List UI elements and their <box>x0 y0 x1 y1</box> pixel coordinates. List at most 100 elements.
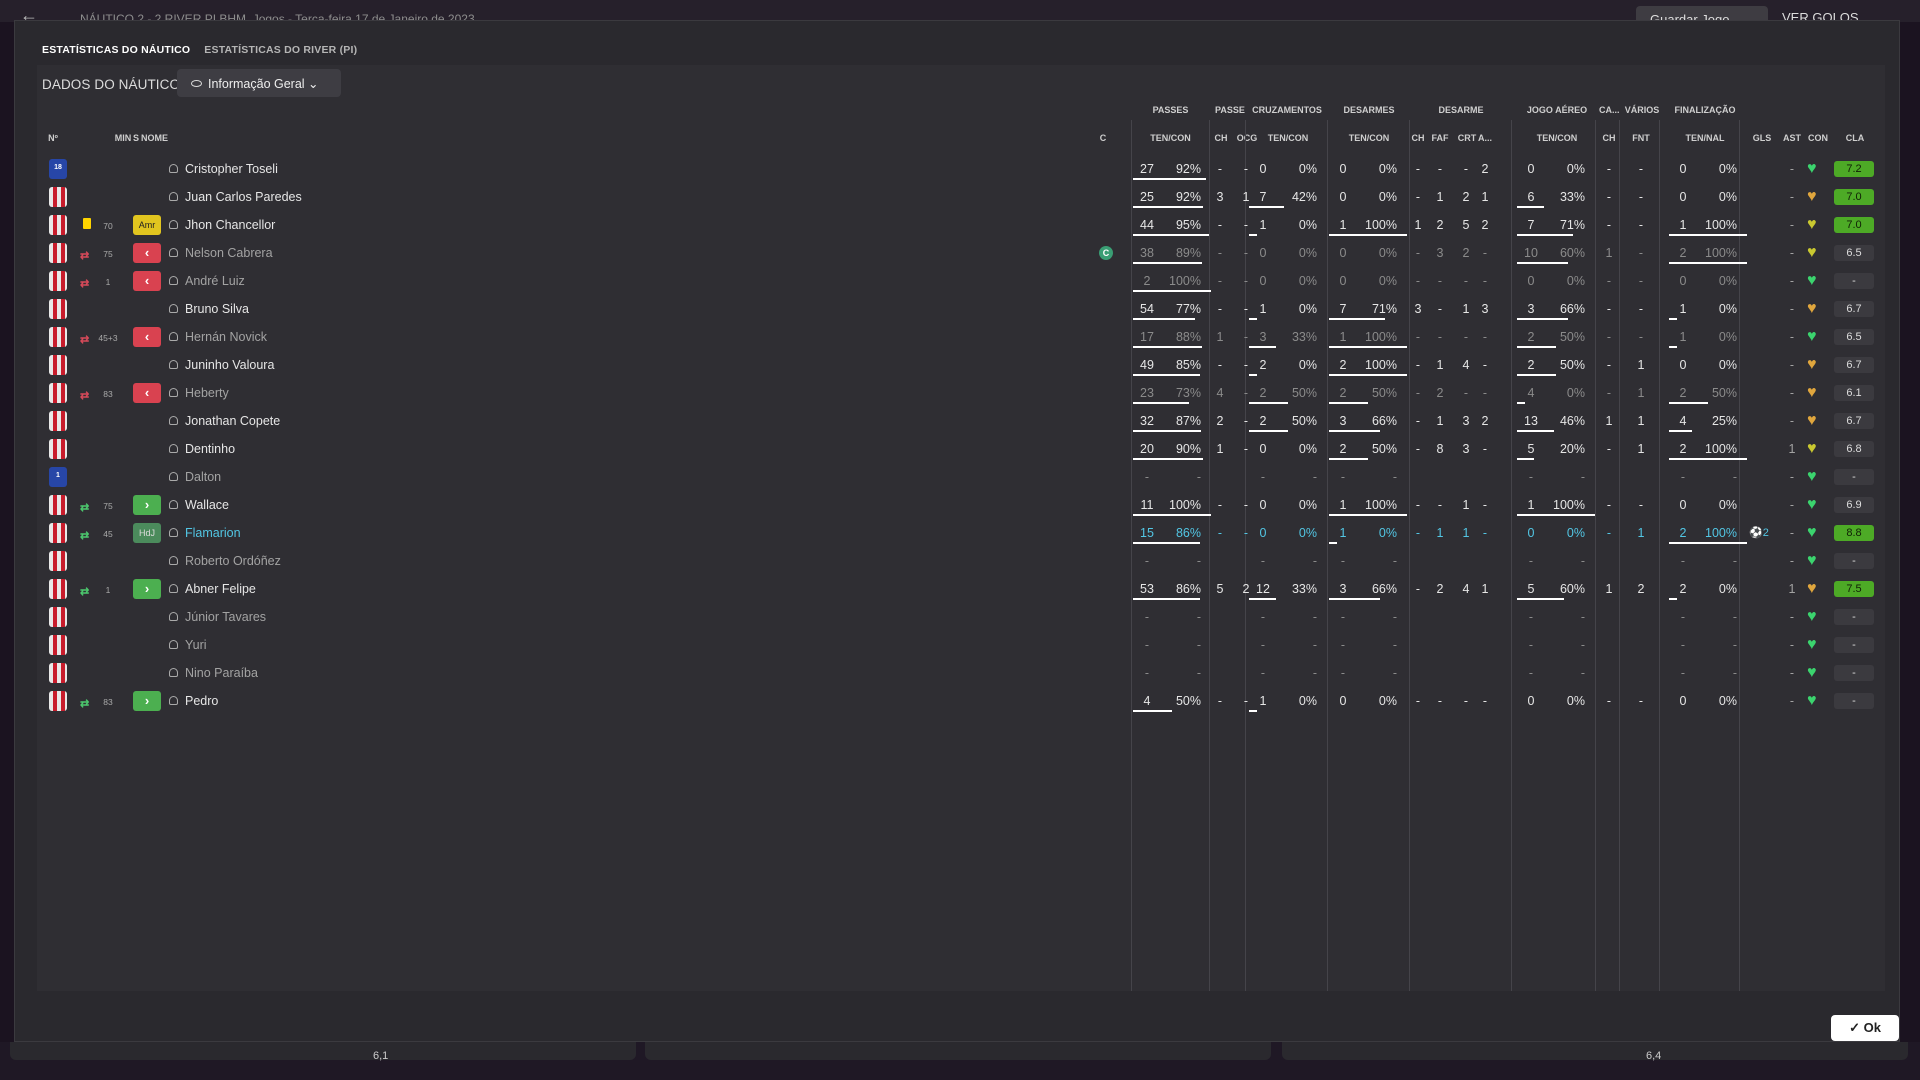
tackle-ch: - <box>1415 582 1421 596</box>
sub-badge[interactable]: ‹ <box>133 383 161 403</box>
passes-pct: 89% <box>1175 246 1201 260</box>
sub-badge[interactable]: › <box>133 691 161 711</box>
player-name[interactable]: Dentinho <box>185 442 235 456</box>
assists: - <box>1789 414 1795 428</box>
sub-badge[interactable]: Amr <box>133 215 161 235</box>
table-row[interactable]: Dentinho 20 90% 1-0 0% 2 50% -8 3-5 20% -1 2 100% 1 ♥ 6… <box>37 435 1885 463</box>
player-icon <box>169 640 178 649</box>
sub-badge[interactable]: › <box>133 495 161 515</box>
sub-badge[interactable]: ‹ <box>133 271 161 291</box>
shirt-icon <box>49 551 67 571</box>
column-header[interactable]: CRT <box>1455 133 1479 143</box>
column-header[interactable]: C <box>1095 133 1111 143</box>
rating-badge: - <box>1834 693 1874 709</box>
interceptions: - <box>1463 386 1469 400</box>
sub-badge[interactable]: ‹ <box>133 327 161 347</box>
player-name[interactable]: Dalton <box>185 470 221 484</box>
column-header[interactable]: GLS <box>1751 133 1773 143</box>
table-row[interactable]: ⇄ 83 ‹ Heberty 23 73% 4-2 50% 2 50% -2- -4 0% -1 2 50% -… <box>37 379 1885 407</box>
column-header[interactable]: CH <box>1600 133 1618 143</box>
key-passes: 1 <box>1216 442 1224 456</box>
column-header[interactable]: TEN/NAL <box>1667 133 1743 143</box>
passes-pct: 73% <box>1175 386 1201 400</box>
ok-button[interactable]: ✓ Ok <box>1831 1015 1899 1041</box>
table-row[interactable]: ⇄ 45 HdJ Flamarion 15 86% - -0 0% 1 0% -1 1-0 0% -1 2 10… <box>37 519 1885 547</box>
fouls-against: 1 <box>1637 414 1645 428</box>
column-header[interactable]: FAF <box>1427 133 1453 143</box>
crosses-pct: 0% <box>1298 302 1317 316</box>
bg-panel-center <box>645 1042 1271 1060</box>
column-header[interactable]: CH <box>1214 133 1228 143</box>
table-row[interactable]: ⇄ 1 › Abner Felipe 53 86% 5 2 12 33% 3 66% -2 4 1 5 60% 1… <box>37 575 1885 603</box>
view-dropdown[interactable]: Informação Geral ⌄ <box>177 69 341 97</box>
table-row[interactable]: 70 Amr Jhon Chancellor 44 95% - -1 0% 1 100% 1 2 5 2 7… <box>37 211 1885 239</box>
column-header[interactable]: Nº <box>43 133 63 143</box>
morale-heart-icon: ♥ <box>1807 552 1817 569</box>
column-header[interactable]: CH <box>1411 133 1425 143</box>
player-name[interactable]: Juninho Valoura <box>185 358 274 372</box>
player-name[interactable]: Júnior Tavares <box>185 610 266 624</box>
column-header[interactable]: FNT <box>1629 133 1653 143</box>
table-row[interactable]: Nino Paraíba - - - - - - - - - - - ♥ - <box>37 659 1885 687</box>
player-name[interactable]: Jonathan Copete <box>185 414 280 428</box>
player-name[interactable]: Jhon Chancellor <box>185 218 275 232</box>
table-row[interactable]: Bruno Silva 54 77% - -1 0% 7 71% 3-1 3 3 66% - -1 0% - ♥… <box>37 295 1885 323</box>
sub-badge[interactable]: HdJ <box>133 523 161 543</box>
player-name[interactable]: Nelson Cabrera <box>185 246 273 260</box>
player-name[interactable]: Wallace <box>185 498 229 512</box>
player-name[interactable]: Cristopher Toseli <box>185 162 278 176</box>
table-row[interactable]: Jonathan Copete 32 87% 2-2 50% 3 66% -1 3 2 13 46% 1… <box>37 407 1885 435</box>
column-header[interactable]: CLA <box>1835 133 1875 143</box>
table-row[interactable]: ⇄ 45+3 ‹ Hernán Novick 17 88% 1-3 33% 1 100% - - - -2… <box>37 323 1885 351</box>
tackle-ch: - <box>1415 162 1421 176</box>
goals-value: ⚽2 <box>1749 527 1769 539</box>
column-header[interactable]: TEN/CON <box>1329 133 1409 143</box>
table-row[interactable]: ⇄ 1 ‹ André Luiz 2 100% - -0 0% 0 0% - - - -0 0% - -0 0% - ♥… <box>37 267 1885 295</box>
player-name[interactable]: Heberty <box>185 386 229 400</box>
shirt-icon <box>49 635 67 655</box>
table-row[interactable]: Juan Carlos Paredes 25 92% 3 1 7 42% 0 0% -1 2 1 6 33… <box>37 183 1885 211</box>
column-header[interactable]: A... <box>1477 133 1493 143</box>
column-header[interactable]: CON <box>1805 133 1831 143</box>
player-name[interactable]: Hernán Novick <box>185 330 267 344</box>
table-row[interactable]: ⇄ 75 ‹ Nelson Cabrera C 38 89% - -0 0% 0 0% -3 2-10 60… <box>37 239 1885 267</box>
table-row[interactable]: 1 Dalton - - - - - - - - - - - ♥ - <box>37 463 1885 491</box>
player-name[interactable]: André Luiz <box>185 274 245 288</box>
player-name[interactable]: Bruno Silva <box>185 302 249 316</box>
player-name[interactable]: Yuri <box>185 638 207 652</box>
sub-badge[interactable]: › <box>133 579 161 599</box>
column-header[interactable]: TEN/CON <box>1517 133 1597 143</box>
player-name[interactable]: Nino Paraíba <box>185 666 258 680</box>
tab-river-stats[interactable]: ESTATÍSTICAS DO RIVER (PI) <box>204 44 357 60</box>
column-header[interactable]: TEN/CON <box>1132 133 1209 143</box>
player-name[interactable]: Pedro <box>185 694 218 708</box>
player-name[interactable]: Roberto Ordóñez <box>185 554 281 568</box>
column-header[interactable]: TEN/CON <box>1249 133 1327 143</box>
player-name[interactable]: Juan Carlos Paredes <box>185 190 302 204</box>
table-row[interactable]: ⇄ 83 › Pedro 4 50% - -1 0% 0 0% - - - -0 0% - -0 0% - ♥ - <box>37 687 1885 715</box>
table-row[interactable]: Júnior Tavares - - - - - - - - - - - ♥ - <box>37 603 1885 631</box>
player-icon <box>169 192 178 201</box>
table-row[interactable]: Roberto Ordóñez - - - - - - - - - - - ♥ - <box>37 547 1885 575</box>
shirt-icon <box>49 299 67 319</box>
table-row[interactable]: Yuri - - - - - - - - - - - ♥ - <box>37 631 1885 659</box>
passes-pct: 100% <box>1169 274 1201 288</box>
fouls: - <box>1437 330 1443 344</box>
rating-right: 6,4 <box>1646 1050 1662 1062</box>
table-row[interactable]: Juninho Valoura 49 85% - -2 0% 2 100% -1 4-2 50% -1… <box>37 351 1885 379</box>
column-header[interactable]: NOME <box>141 133 186 143</box>
crosses-pct: 33% <box>1291 330 1317 344</box>
fouls-against: - <box>1638 330 1644 344</box>
table-row[interactable]: 18 Cristopher Toseli 27 92% - -0 0% 0 0% - - -2 0 0% -… <box>37 155 1885 183</box>
table-row[interactable]: ⇄ 75 › Wallace 11 100% - -0 0% 1 100% - -1-1 100% - -0 0… <box>37 491 1885 519</box>
tackles-pct: 0% <box>1378 246 1397 260</box>
fouls-against: - <box>1638 190 1644 204</box>
rating-badge: 8.8 <box>1834 525 1874 541</box>
ok-label: Ok <box>1863 1020 1881 1035</box>
player-icon <box>169 332 178 341</box>
column-header[interactable]: AST <box>1781 133 1803 143</box>
sub-badge[interactable]: ‹ <box>133 243 161 263</box>
player-name[interactable]: Abner Felipe <box>185 582 256 596</box>
tab-nautico-stats[interactable]: ESTATÍSTICAS DO NÁUTICO <box>42 44 190 60</box>
player-name[interactable]: Flamarion <box>185 526 241 540</box>
